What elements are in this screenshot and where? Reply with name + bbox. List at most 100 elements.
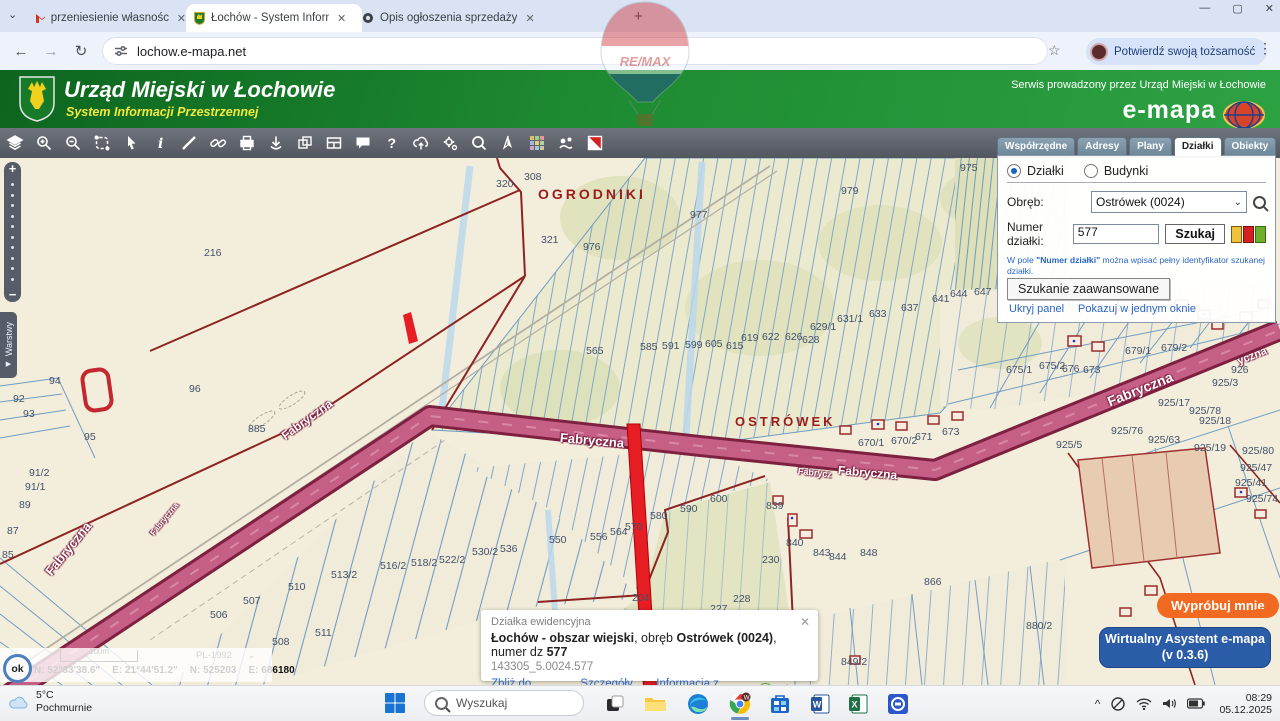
popup-parcel-id: 143305_5.0024.577 bbox=[491, 661, 808, 673]
word-button[interactable]: W bbox=[807, 691, 833, 717]
legend-flag-icon[interactable] bbox=[585, 133, 605, 153]
url-text: lochow.e-mapa.net bbox=[137, 44, 246, 59]
map-zoom-in-button[interactable]: + bbox=[9, 162, 17, 176]
taskbar-search-box[interactable]: Wyszukaj bbox=[424, 690, 584, 716]
excel-button[interactable]: X bbox=[845, 691, 871, 717]
single-window-link[interactable]: Pokazuj w jednym oknie bbox=[1078, 303, 1196, 315]
site-favicon-icon bbox=[362, 12, 374, 24]
svg-text:X: X bbox=[852, 700, 858, 710]
help-icon[interactable]: ? bbox=[382, 133, 402, 153]
assistant-version: (v 0.3.6) bbox=[1162, 648, 1209, 662]
info-icon[interactable]: i bbox=[150, 133, 170, 153]
taskbar-clock[interactable]: 08:29 05.12.2025 bbox=[1219, 692, 1272, 716]
taskbar-weather-widget[interactable]: 5°CPochmurnie bbox=[8, 689, 92, 715]
try-me-bubble[interactable]: Wypróbuj mnie bbox=[1157, 593, 1279, 618]
palette-grid-icon[interactable] bbox=[527, 133, 547, 153]
site-header: Urząd Miejski w Łochowie System Informac… bbox=[0, 70, 1280, 128]
tab-dzialki[interactable]: Działki bbox=[1174, 137, 1222, 156]
identity-confirm-chip[interactable]: Potwierdź swoją tożsamość bbox=[1086, 38, 1267, 65]
zoom-out-icon[interactable] bbox=[63, 133, 83, 153]
layers-icon[interactable] bbox=[5, 133, 25, 153]
map-style-legend-button[interactable] bbox=[1231, 226, 1266, 243]
hide-panel-link[interactable]: Ukryj panel bbox=[1009, 303, 1064, 315]
radio-dzialki[interactable] bbox=[1007, 164, 1021, 178]
north-arrow-icon[interactable] bbox=[498, 133, 518, 153]
tab-obiekty[interactable]: Obiekty bbox=[1224, 137, 1277, 155]
popup-close-icon[interactable]: ✕ bbox=[800, 615, 810, 629]
location-off-icon[interactable] bbox=[1110, 696, 1126, 712]
search-hint: W pole "Numer działki" można wpisać pełn… bbox=[1007, 255, 1266, 276]
search-plus-icon[interactable] bbox=[469, 133, 489, 153]
chrome-browser-button[interactable]: W bbox=[727, 691, 753, 717]
svg-text:?: ? bbox=[388, 135, 397, 151]
advanced-search-button[interactable]: Szukanie zaawansowane bbox=[1007, 278, 1170, 300]
map-zoom-out-button[interactable]: − bbox=[9, 288, 17, 302]
emapa-logo-text[interactable]: e-mapa bbox=[1122, 96, 1216, 125]
obreb-select[interactable]: Ostrówek (0024) ⌄ bbox=[1091, 191, 1247, 213]
copy-view-icon[interactable] bbox=[295, 133, 315, 153]
comment-icon[interactable] bbox=[353, 133, 373, 153]
window-minimize-button[interactable]: — bbox=[1199, 2, 1210, 15]
tab-plany[interactable]: Plany bbox=[1129, 137, 1172, 155]
tab-opis-ogloszenia[interactable]: Opis ogłoszenia sprzedaży ✕ bbox=[354, 4, 618, 32]
browser-menu-icon[interactable]: ⋮ bbox=[1258, 40, 1272, 57]
battery-icon[interactable] bbox=[1187, 698, 1205, 709]
wifi-icon[interactable] bbox=[1136, 697, 1152, 710]
tab-label: Opis ogłoszenia sprzedaży bbox=[380, 12, 517, 24]
url-omnibox[interactable]: lochow.e-mapa.net bbox=[102, 37, 1048, 65]
select-area-icon[interactable] bbox=[92, 133, 112, 153]
settings-gears-icon[interactable] bbox=[440, 133, 460, 153]
tab-lochow-emapa[interactable]: Łochów - System Informacji Prz ✕ bbox=[186, 4, 362, 32]
parcel-number-input[interactable]: 577 bbox=[1073, 224, 1160, 244]
edge-browser-button[interactable] bbox=[685, 691, 711, 717]
szukaj-button[interactable]: Szukaj bbox=[1165, 224, 1225, 244]
speaker-icon[interactable] bbox=[1162, 697, 1177, 710]
layers-panel-tab[interactable]: Warstwy ▶ bbox=[0, 312, 17, 378]
tray-chevron[interactable]: ^ bbox=[1095, 697, 1101, 711]
assistant-name: Wirtualny Asystent e-mapa bbox=[1105, 632, 1265, 646]
share-contact-icon[interactable] bbox=[556, 133, 576, 153]
screen: ⌄ przeniesienie własności - walde ✕ Łoch… bbox=[0, 0, 1280, 720]
start-button[interactable] bbox=[384, 692, 406, 719]
tab-gmail[interactable]: przeniesienie własności - walde ✕ bbox=[28, 4, 196, 32]
tab-adresy[interactable]: Adresy bbox=[1077, 137, 1127, 155]
reload-button[interactable]: ↻ bbox=[66, 42, 96, 60]
radio-dzialki-label: Działki bbox=[1027, 164, 1064, 178]
window-maximize-button[interactable]: ▢ bbox=[1232, 2, 1242, 15]
download-pin-icon[interactable] bbox=[266, 133, 286, 153]
blue-app-button[interactable] bbox=[885, 691, 911, 717]
map-zoom-control[interactable]: + − bbox=[4, 162, 21, 302]
link-icon[interactable] bbox=[208, 133, 228, 153]
new-tab-button[interactable]: + bbox=[634, 8, 643, 25]
tab-label: Łochów - System Informacji Prz bbox=[211, 12, 329, 24]
layers-tab-label: Warstwy bbox=[4, 322, 14, 356]
svg-text:i: i bbox=[158, 136, 163, 152]
lochow-crest-icon bbox=[194, 12, 205, 25]
chevron-down-icon: ⌄ bbox=[1234, 197, 1242, 208]
cloud-upload-icon[interactable] bbox=[411, 133, 431, 153]
parcel-info-popup: ✕ Działka ewidencyjna Łochów - obszar wi… bbox=[481, 610, 818, 681]
pointer-icon[interactable] bbox=[121, 133, 141, 153]
obreb-search-icon[interactable] bbox=[1253, 196, 1266, 209]
tab-close-icon[interactable]: ✕ bbox=[335, 12, 348, 25]
window-close-button[interactable]: ✕ bbox=[1265, 2, 1274, 15]
measure-icon[interactable] bbox=[179, 133, 199, 153]
microsoft-store-button[interactable] bbox=[767, 691, 793, 717]
tab-close-icon[interactable]: ✕ bbox=[523, 12, 536, 25]
bookmark-star-icon[interactable]: ☆ bbox=[1048, 42, 1061, 59]
zoom-slider[interactable] bbox=[11, 176, 14, 288]
forward-button[interactable]: → bbox=[36, 43, 66, 60]
gmail-icon bbox=[36, 13, 45, 23]
virtual-assistant-button[interactable]: Wirtualny Asystent e-mapa (v 0.3.6) bbox=[1099, 627, 1271, 668]
svg-text:W: W bbox=[744, 696, 750, 702]
panels-layout-icon[interactable] bbox=[324, 133, 344, 153]
print-icon[interactable] bbox=[237, 133, 257, 153]
tab-wspolrzedne[interactable]: Współrzędne bbox=[997, 137, 1075, 155]
back-button[interactable]: ← bbox=[6, 43, 36, 60]
ok-button[interactable]: ok bbox=[3, 654, 32, 683]
file-explorer-button[interactable] bbox=[642, 691, 668, 717]
tab-search-chevron-icon[interactable]: ⌄ bbox=[8, 8, 17, 21]
radio-budynki[interactable] bbox=[1084, 164, 1098, 178]
task-view-button[interactable] bbox=[602, 691, 628, 717]
zoom-in-icon[interactable] bbox=[34, 133, 54, 153]
